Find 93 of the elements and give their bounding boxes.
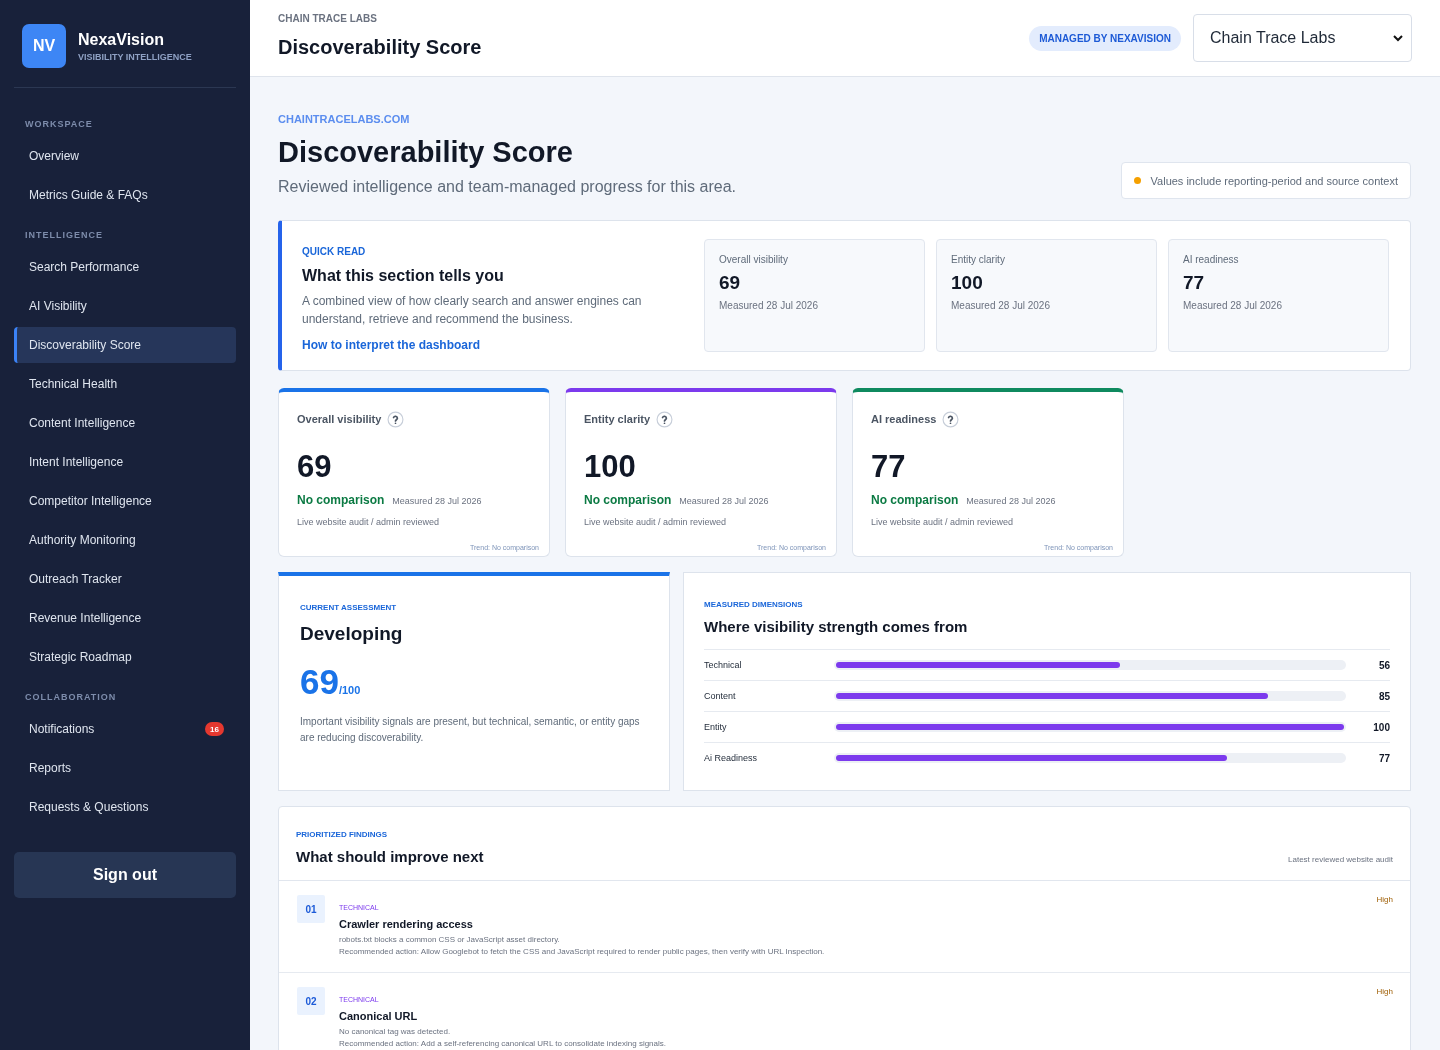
brand-tagline: VISIBILITY INTELLIGENCE (78, 51, 192, 63)
nav-item[interactable]: Notifications 16 (14, 711, 236, 747)
nav-item[interactable]: Competitor Intelligence (14, 483, 236, 519)
help-icon[interactable] (942, 410, 960, 428)
kpi-value: 77 (871, 449, 906, 485)
section-kicker: PRIORITIZED FINDINGS (296, 830, 388, 840)
nav-item[interactable]: Technical Health (14, 366, 236, 402)
stat-value: 69 (719, 272, 741, 294)
section-kicker: MEASURED DIMENSIONS (704, 600, 803, 610)
stat-date: Measured 28 Jul 2026 (951, 300, 1050, 312)
help-icon[interactable] (656, 410, 674, 428)
notice-text: Values include reporting-period and source context (1150, 174, 1398, 187)
nav-item[interactable]: Content Intelligence (14, 405, 236, 441)
stat-label: Entity clarity (951, 254, 1005, 266)
nav-item[interactable]: Reports (14, 750, 236, 786)
sign-out-button[interactable]: Sign out (14, 852, 236, 898)
stat-value: 77 (1183, 272, 1205, 294)
finding-title: Canonical URL (339, 1009, 418, 1023)
assessment-text: Important visibility signals are present, but technical, semantic, or entity gaps are reducing discoverability. (300, 715, 641, 745)
stat-label: AI readiness (1183, 254, 1239, 266)
dimension-value: 85 (1378, 690, 1390, 702)
dimension-label: Ai Readiness (704, 753, 758, 763)
finding-recommendation: Recommended action: Allow Googlebot to fetch the CSS and JavaScript required to render public pages, then verify with URL Inspection. (339, 946, 825, 958)
finding-number: 01 (297, 895, 325, 923)
subtitle: Reviewed intelligence and team-managed progress for this area. (278, 177, 737, 197)
card-description: A combined view of how clearly search and answer engines can understand, retrieve and recommend the business. (302, 293, 643, 328)
kpi-date: Measured 28 Jul 2026 (966, 495, 1056, 507)
stat-label: Overall visibility (719, 254, 788, 266)
nav-item[interactable]: Outreach Tracker (14, 561, 236, 597)
comparison-text: No comparison (584, 493, 672, 507)
kpi-label: Overall visibility (297, 413, 382, 425)
section-kicker: CURRENT ASSESSMENT (300, 603, 397, 613)
score-scale: /100 (338, 684, 361, 696)
section-label: COLLABORATION (25, 691, 117, 703)
assessment-score: 69 (300, 664, 339, 700)
findings-source: Latest reviewed website audit (1288, 855, 1393, 864)
chevron-down-icon (1393, 34, 1403, 42)
status-dot-icon (1133, 177, 1141, 184)
card-title: What this section tells you (302, 266, 504, 286)
managed-badge: MANAGED BY NEXAVISION (1029, 25, 1181, 51)
finding-description: robots.txt blocks a common CSS or JavaScript asset directory. (339, 934, 560, 946)
kpi-source: Live website audit / admin reviewed (871, 516, 1014, 528)
stat-date: Measured 28 Jul 2026 (1183, 300, 1282, 312)
nav-item[interactable]: Revenue Intelligence (14, 600, 236, 636)
section-label: INTELLIGENCE (25, 229, 103, 241)
nav-item[interactable]: Search Performance (14, 249, 236, 285)
kpi-date: Measured 28 Jul 2026 (679, 495, 769, 507)
dimension-value: 56 (1378, 659, 1390, 671)
assessment-status: Developing (300, 623, 403, 645)
kpi-source: Live website audit / admin reviewed (584, 516, 727, 528)
domain-label: CHAINTRACELABS.COM (278, 112, 410, 126)
nav-item[interactable]: Metrics Guide & FAQs (14, 177, 236, 213)
stat-date: Measured 28 Jul 2026 (719, 300, 818, 312)
priority-label: High (1376, 895, 1393, 905)
dimension-label: Content (704, 691, 736, 701)
kpi-label: Entity clarity (584, 413, 651, 425)
count-badge: 16 (205, 722, 224, 736)
nav-item[interactable]: Overview (14, 138, 236, 174)
nav-item[interactable]: Intent Intelligence (14, 444, 236, 480)
kpi-source: Live website audit / admin reviewed (297, 516, 440, 528)
stat-value: 100 (951, 272, 983, 294)
page-title: Discoverability Score (278, 35, 482, 59)
kpi-value: 69 (297, 449, 332, 485)
card-title: What should improve next (296, 848, 484, 866)
priority-label: High (1376, 987, 1393, 997)
nav-item[interactable]: Strategic Roadmap (14, 639, 236, 675)
heading: Discoverability Score (278, 135, 573, 169)
help-icon[interactable] (387, 410, 405, 428)
dimension-value: 77 (1378, 752, 1390, 764)
client-name: CHAIN TRACE LABS (278, 13, 377, 25)
nav-item[interactable]: AI Visibility (14, 288, 236, 324)
nav-item[interactable]: Discoverability Score (14, 327, 236, 363)
dimension-label: Technical (704, 660, 742, 670)
card-title: Where visibility strength comes from (704, 618, 968, 636)
help-link[interactable]: How to interpret the dashboard (302, 338, 480, 352)
nav-item[interactable]: Requests & Questions (14, 789, 236, 825)
finding-recommendation: Recommended action: Add a self-referencing canonical URL to consolidate indexing signals. (339, 1038, 666, 1050)
kpi-value: 100 (584, 449, 636, 485)
dimension-label: Entity (704, 722, 727, 732)
nav-item[interactable]: Authority Monitoring (14, 522, 236, 558)
finding-number: 02 (297, 987, 325, 1015)
comparison-text: No comparison (297, 493, 385, 507)
brand-logo: NV (22, 24, 66, 68)
brand-name: NexaVision (78, 29, 164, 49)
kpi-label: AI readiness (871, 413, 937, 425)
finding-title: Crawler rendering access (339, 917, 473, 931)
client-select[interactable]: Chain Trace Labs (1193, 14, 1412, 62)
section-kicker: QUICK READ (302, 246, 366, 258)
finding-description: No canonical tag was detected. (339, 1026, 451, 1038)
section-label: WORKSPACE (25, 118, 93, 130)
comparison-text: No comparison (871, 493, 959, 507)
kpi-date: Measured 28 Jul 2026 (392, 495, 482, 507)
dimension-value: 100 (1373, 721, 1390, 733)
